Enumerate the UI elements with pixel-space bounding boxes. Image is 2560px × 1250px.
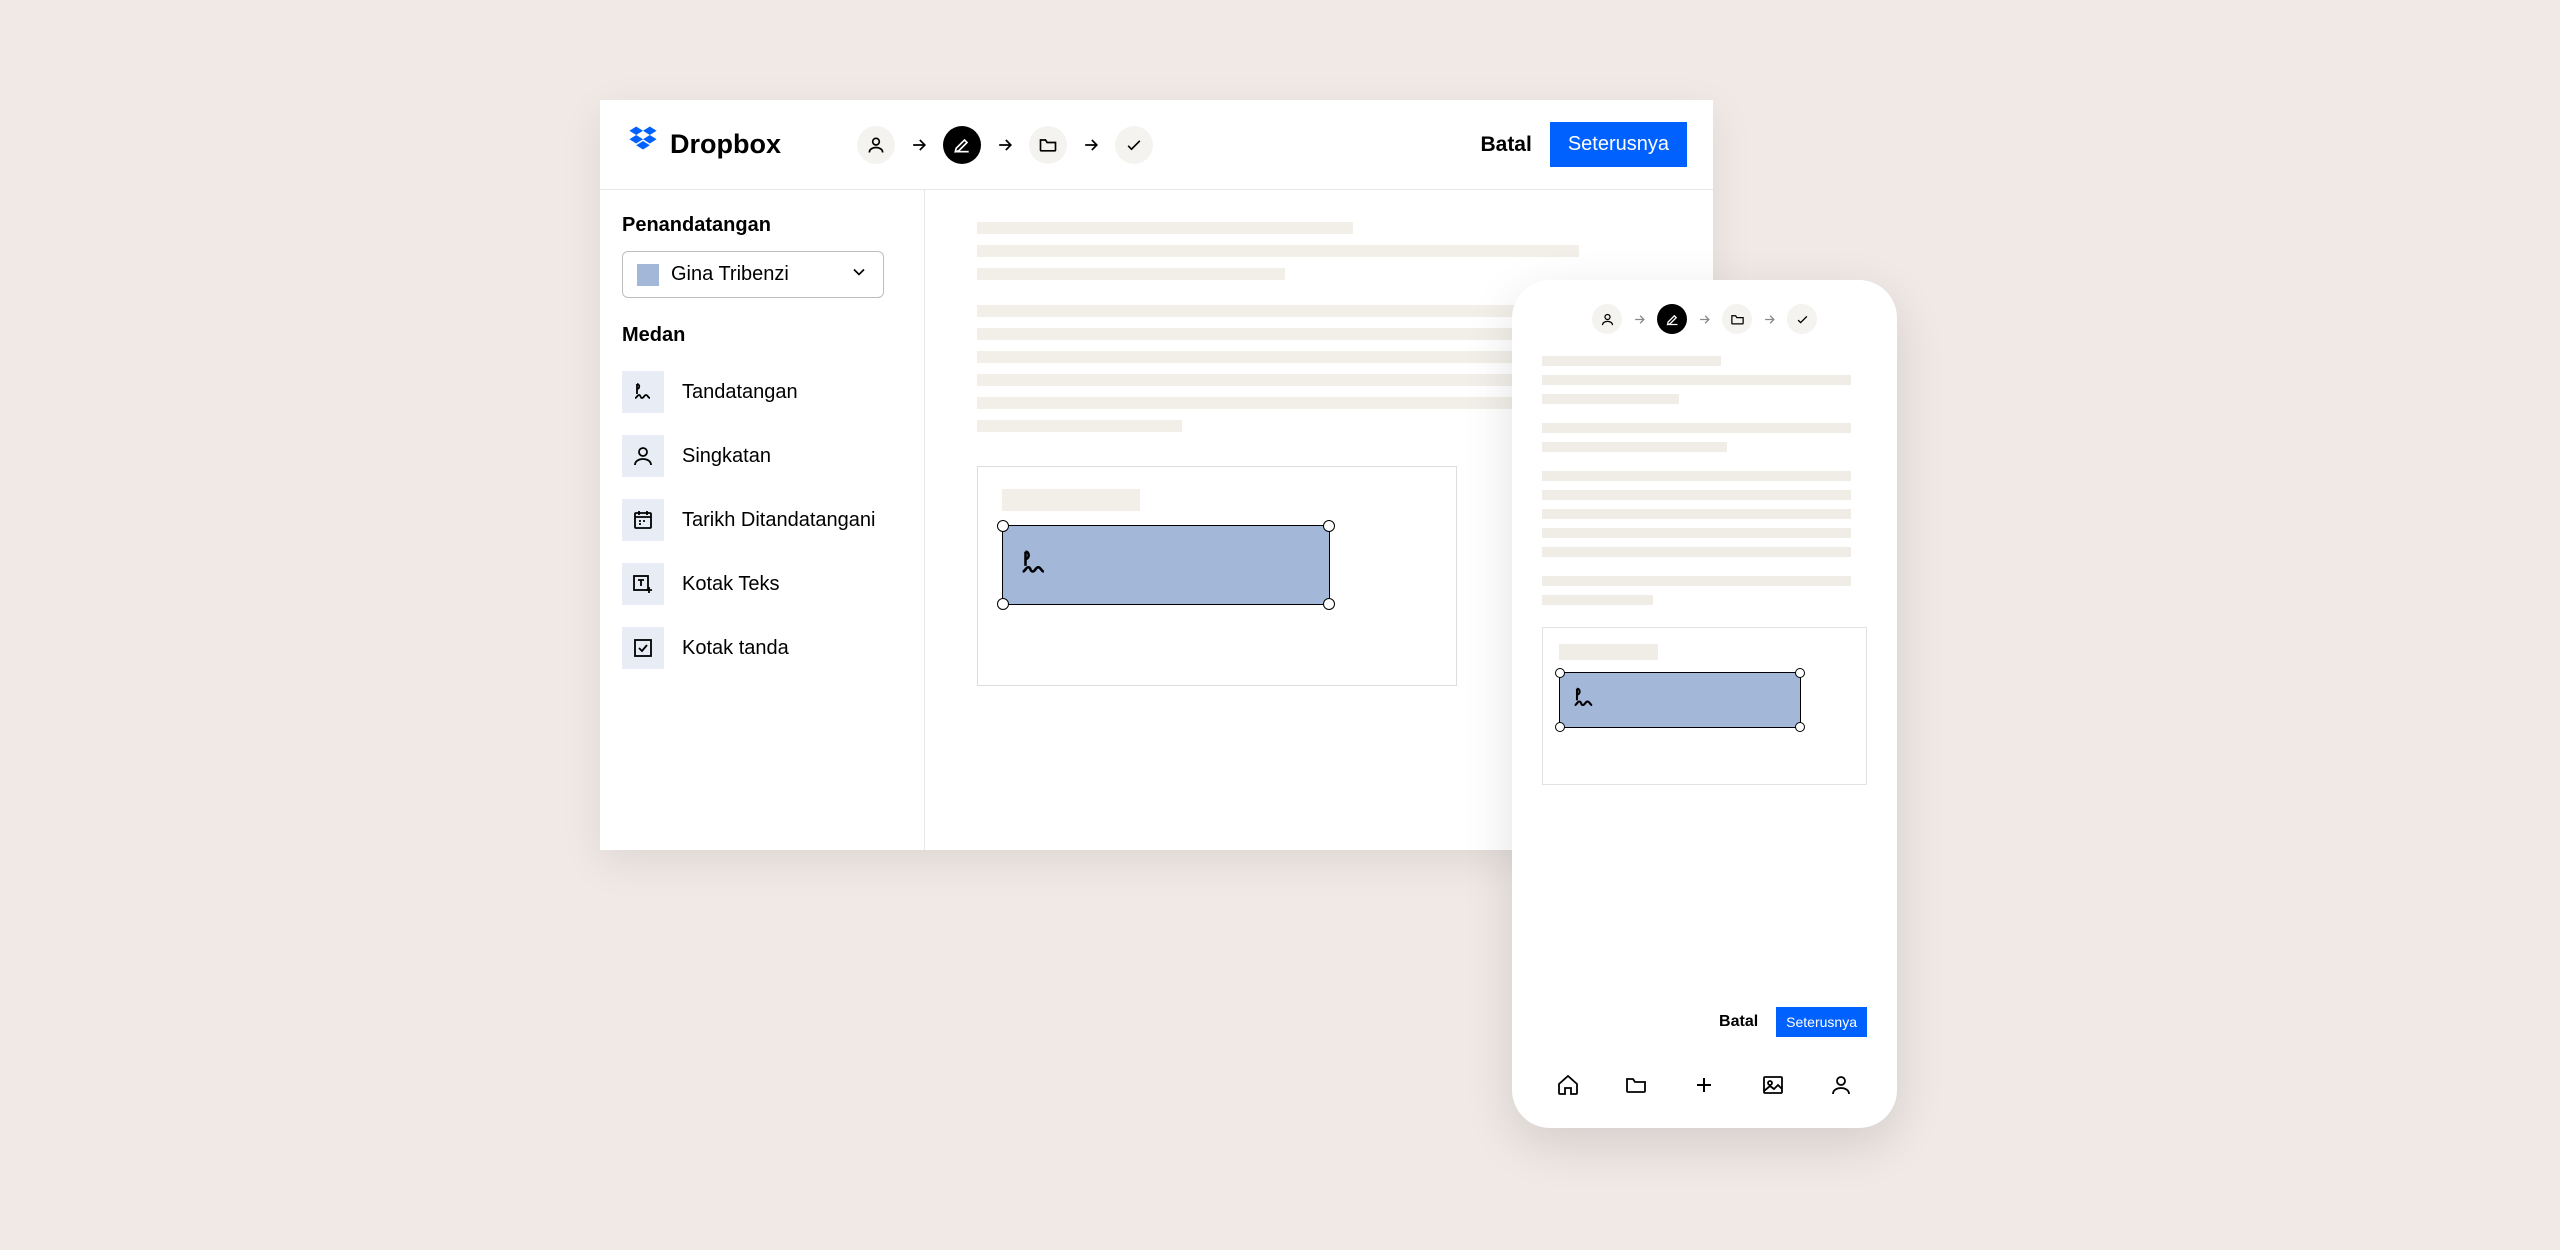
mobile-next-button[interactable]: Seterusnya xyxy=(1776,1007,1867,1037)
tab-home[interactable] xyxy=(1556,1073,1580,1102)
person-icon xyxy=(622,435,664,477)
signature-icon xyxy=(1017,546,1051,585)
field-date-signed[interactable]: Tarikh Ditandatangani xyxy=(622,489,902,551)
topbar: Dropbox xyxy=(600,100,1713,190)
document-section xyxy=(977,466,1457,686)
arrow-right-icon xyxy=(1762,312,1777,327)
sidebar: Penandatangan Gina Tribenzi Medan Tandat… xyxy=(600,190,925,850)
field-label: Tandatangan xyxy=(682,381,798,404)
field-checkbox[interactable]: Kotak tanda xyxy=(622,617,902,679)
mobile-stepper xyxy=(1512,304,1897,334)
resize-handle[interactable] xyxy=(1323,598,1335,610)
brand-name: Dropbox xyxy=(670,129,781,160)
resize-handle[interactable] xyxy=(997,520,1009,532)
step-done[interactable] xyxy=(1115,126,1153,164)
step-edit[interactable] xyxy=(1657,304,1687,334)
field-label: Kotak tanda xyxy=(682,637,789,660)
step-folder[interactable] xyxy=(1722,304,1752,334)
dropbox-logo-icon xyxy=(626,124,660,165)
tab-folder[interactable] xyxy=(1624,1073,1648,1102)
resize-handle[interactable] xyxy=(1795,722,1805,732)
mobile-document-section xyxy=(1542,627,1867,785)
arrow-right-icon xyxy=(909,135,929,155)
mobile-actions: Batal Seterusnya xyxy=(1512,1007,1897,1037)
resize-handle[interactable] xyxy=(1323,520,1335,532)
brand-logo: Dropbox xyxy=(626,124,781,165)
resize-handle[interactable] xyxy=(997,598,1009,610)
mobile-device: Batal Seterusnya xyxy=(1512,280,1897,1128)
next-button[interactable]: Seterusnya xyxy=(1550,122,1687,167)
step-edit[interactable] xyxy=(943,126,981,164)
checkbox-icon xyxy=(622,627,664,669)
field-list: Tandatangan Singkatan Tarikh Ditandatang… xyxy=(622,361,902,679)
signers-heading: Penandatangan xyxy=(622,214,902,237)
field-label: Kotak Teks xyxy=(682,573,779,596)
field-initials[interactable]: Singkatan xyxy=(622,425,902,487)
calendar-icon xyxy=(622,499,664,541)
field-signature[interactable]: Tandatangan xyxy=(622,361,902,423)
signer-name: Gina Tribenzi xyxy=(671,263,789,286)
resize-handle[interactable] xyxy=(1555,668,1565,678)
signature-icon xyxy=(1570,684,1598,717)
signer-select[interactable]: Gina Tribenzi xyxy=(622,251,884,298)
stepper xyxy=(857,126,1153,164)
step-person[interactable] xyxy=(1592,304,1622,334)
tab-add[interactable] xyxy=(1692,1073,1716,1102)
field-label: Tarikh Ditandatangani xyxy=(682,509,875,532)
signature-icon xyxy=(622,371,664,413)
tab-account[interactable] xyxy=(1829,1073,1853,1102)
signer-color-swatch xyxy=(637,264,659,286)
fields-heading: Medan xyxy=(622,324,902,347)
tab-photos[interactable] xyxy=(1761,1073,1785,1102)
mobile-canvas xyxy=(1512,356,1897,987)
cancel-button[interactable]: Batal xyxy=(1480,133,1531,157)
resize-handle[interactable] xyxy=(1555,722,1565,732)
signature-field[interactable] xyxy=(1002,525,1330,605)
mobile-signature-field[interactable] xyxy=(1559,672,1801,728)
field-label: Singkatan xyxy=(682,445,771,468)
step-person[interactable] xyxy=(857,126,895,164)
arrow-right-icon xyxy=(1697,312,1712,327)
resize-handle[interactable] xyxy=(1795,668,1805,678)
chevron-down-icon xyxy=(849,262,869,287)
step-folder[interactable] xyxy=(1029,126,1067,164)
arrow-right-icon xyxy=(995,135,1015,155)
mobile-tabbar xyxy=(1512,1059,1897,1128)
mobile-cancel-button[interactable]: Batal xyxy=(1719,1013,1758,1031)
step-done[interactable] xyxy=(1787,304,1817,334)
field-textbox[interactable]: Kotak Teks xyxy=(622,553,902,615)
textbox-icon xyxy=(622,563,664,605)
arrow-right-icon xyxy=(1632,312,1647,327)
arrow-right-icon xyxy=(1081,135,1101,155)
